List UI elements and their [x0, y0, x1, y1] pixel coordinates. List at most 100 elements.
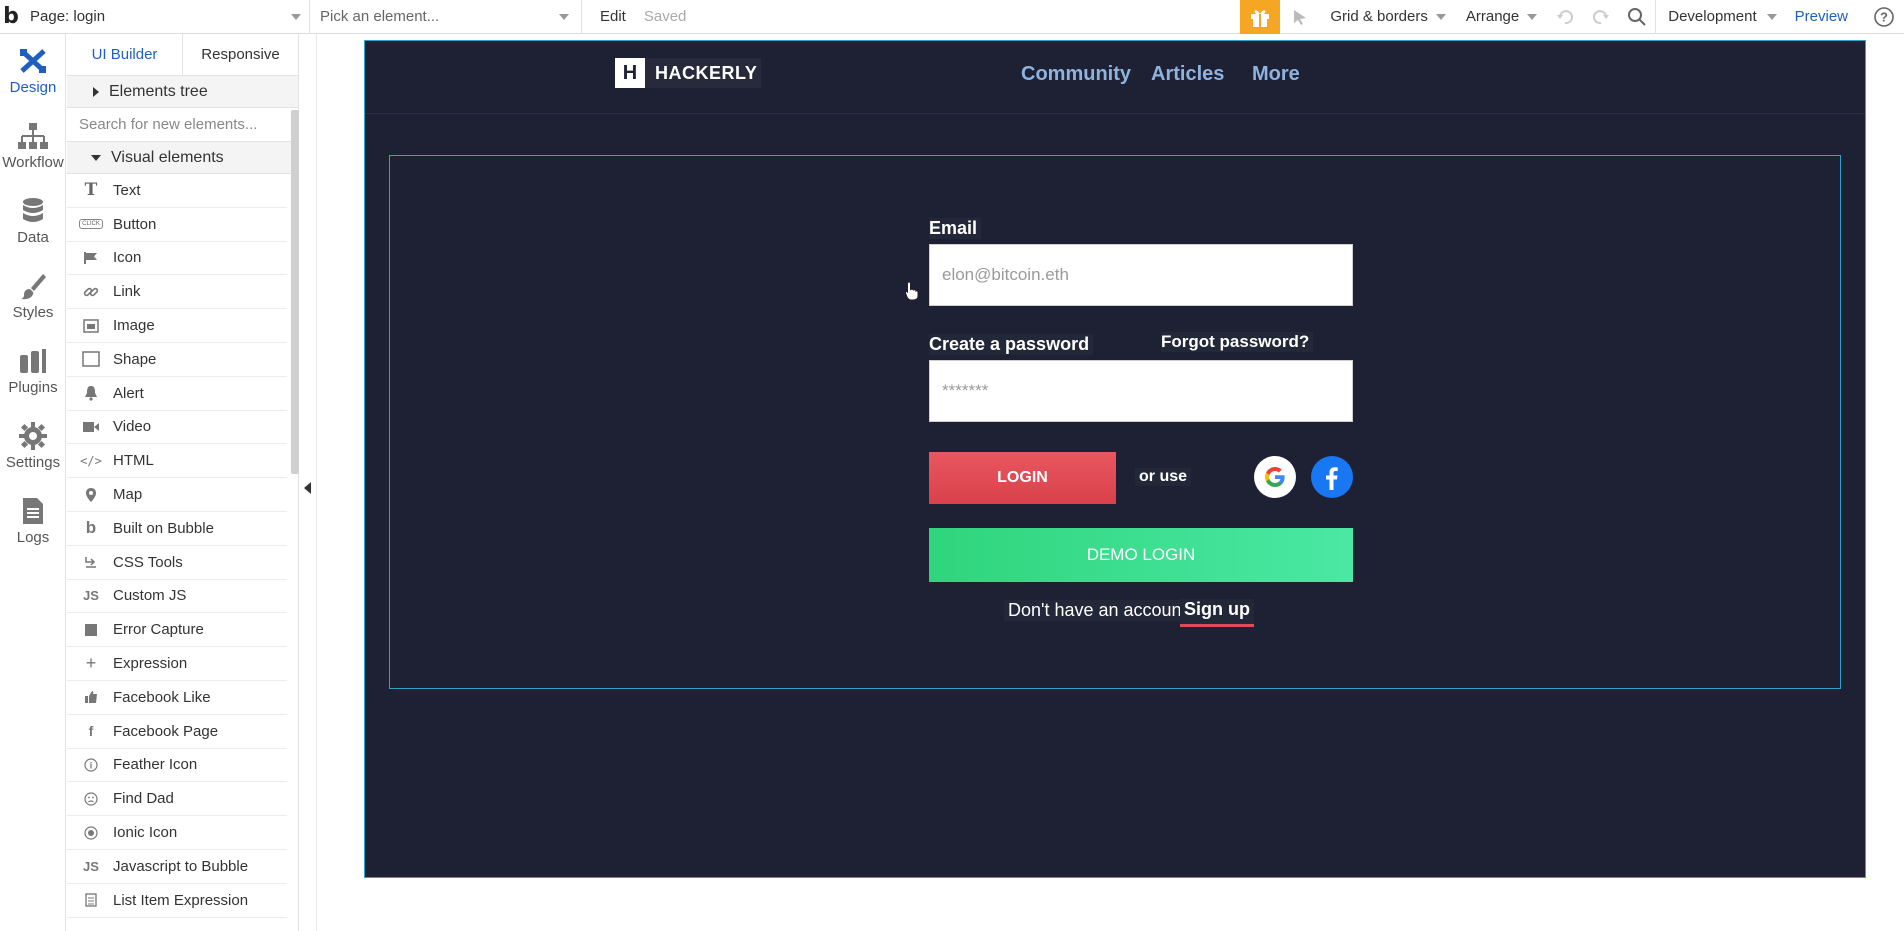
element-item-label: CSS Tools	[113, 553, 183, 571]
element-picker[interactable]: Pick an element...	[310, 0, 582, 34]
element-item-label: Link	[113, 283, 141, 301]
search-button[interactable]	[1619, 0, 1655, 34]
element-item-label: Javascript to Bubble	[113, 857, 249, 875]
edit-menu[interactable]: Edit	[582, 8, 644, 25]
demo-login-button[interactable]: DEMO LOGIN	[929, 528, 1353, 582]
preview-button[interactable]: Preview	[1791, 8, 1864, 25]
element-type-icon: f	[88, 723, 94, 740]
element-item-map[interactable]: Map	[67, 478, 287, 512]
undo-button[interactable]	[1547, 0, 1583, 34]
element-item-html[interactable]: </> HTML	[67, 444, 287, 479]
nav-link-articles[interactable]: Articles	[1151, 63, 1224, 86]
editor-canvas: H HACKERLY Community Articles More Email…	[318, 34, 1904, 931]
rail-item-label: Data	[17, 229, 49, 246]
facebook-login-button[interactable]	[1311, 456, 1353, 498]
email-field-box	[929, 244, 1353, 306]
signup-link[interactable]: Sign up	[1180, 599, 1254, 627]
element-item-button[interactable]: CLICK Button	[67, 208, 287, 242]
rail-item-logs[interactable]: Logs	[0, 484, 66, 559]
login-button[interactable]: LOGIN	[929, 452, 1116, 504]
element-item-label: Image	[113, 317, 155, 335]
element-type-icon	[79, 350, 103, 368]
chevron-down-icon	[91, 154, 101, 161]
rail-item-data[interactable]: Data	[0, 184, 66, 259]
panel-collapse-bar[interactable]	[299, 34, 317, 931]
element-item-expression[interactable]: + Expression	[67, 647, 287, 681]
element-item-link[interactable]: Link	[67, 275, 287, 310]
email-field[interactable]	[942, 265, 1342, 285]
element-item-video[interactable]: Video	[67, 411, 287, 445]
element-search-input[interactable]	[79, 116, 279, 133]
page-select[interactable]: Page: login	[22, 0, 310, 34]
element-picker-label: Pick an element...	[320, 8, 440, 25]
redo-button[interactable]	[1583, 0, 1619, 34]
element-item-label: Feather Icon	[113, 756, 198, 774]
left-rail: Design Workflow Data Styles Plugins Sett…	[0, 34, 66, 931]
google-login-button[interactable]	[1254, 456, 1296, 498]
grid-borders-menu[interactable]: Grid & borders	[1320, 0, 1456, 34]
panel-tabs: UI Builder Responsive	[67, 34, 298, 76]
element-item-custom-js[interactable]: JS Custom JS	[67, 580, 287, 614]
login-form-group[interactable]: Email Create a password Forgot password?…	[389, 155, 1841, 689]
rail-item-workflow[interactable]: Workflow	[0, 109, 66, 184]
panel-scrollbar[interactable]	[291, 110, 299, 474]
rail-item-label: Styles	[12, 304, 54, 321]
password-field[interactable]	[942, 381, 1342, 401]
element-item-javascript-to-bubble[interactable]: JS Javascript to Bubble	[67, 850, 287, 884]
element-type-icon: JS	[83, 858, 99, 874]
tab-ui-builder[interactable]: UI Builder	[67, 34, 183, 75]
brand-logo[interactable]: H HACKERLY	[615, 58, 762, 88]
element-item-label: Alert	[113, 384, 144, 402]
forgot-password-link[interactable]: Forgot password?	[1161, 332, 1314, 352]
app-header[interactable]: H HACKERLY Community Articles More	[365, 41, 1865, 114]
rail-item-label: Workflow	[2, 154, 64, 171]
element-item-facebook-like[interactable]: Facebook Like	[67, 681, 287, 715]
visual-elements-toggle[interactable]: Visual elements	[67, 142, 298, 174]
svg-text:i: i	[90, 760, 93, 770]
rail-item-styles[interactable]: Styles	[0, 259, 66, 334]
element-item-label: HTML	[113, 452, 154, 470]
rail-item-settings[interactable]: Settings	[0, 409, 66, 484]
element-item-image[interactable]: Image	[67, 309, 287, 343]
tab-responsive[interactable]: Responsive	[183, 34, 298, 75]
rail-item-design[interactable]: Design	[0, 34, 66, 109]
element-item-list-item-expression[interactable]: List Item Expression	[67, 884, 287, 918]
element-type-icon	[79, 790, 103, 808]
select-tool-button[interactable]	[1280, 0, 1320, 34]
elements-tree-toggle[interactable]: Elements tree	[67, 76, 298, 108]
element-type-icon: CLICK	[79, 215, 103, 233]
gift-icon	[1251, 9, 1270, 27]
gift-button[interactable]	[1240, 0, 1281, 34]
element-item-alert[interactable]: Alert	[67, 377, 287, 411]
element-item-feather-icon[interactable]: i Feather Icon	[67, 749, 287, 783]
nav-link-more[interactable]: More	[1252, 63, 1300, 86]
element-item-icon[interactable]: Icon	[67, 242, 287, 276]
elements-panel: UI Builder Responsive Elements tree Visu…	[67, 34, 299, 931]
element-item-label: Facebook Page	[113, 722, 219, 740]
element-item-ionic-icon[interactable]: Ionic Icon	[67, 816, 287, 850]
page-select-label: Page: login	[30, 8, 106, 25]
google-icon	[1265, 467, 1285, 487]
element-type-icon	[79, 553, 103, 571]
nav-link-community[interactable]: Community	[1021, 63, 1131, 86]
email-label: Email	[929, 218, 982, 239]
help-button[interactable]: ?	[1864, 0, 1904, 34]
element-item-label: Video	[113, 418, 152, 436]
element-item-facebook-page[interactable]: f Facebook Page	[67, 715, 287, 749]
element-search	[67, 108, 298, 142]
element-type-icon: T	[84, 180, 98, 201]
element-item-text[interactable]: T Text	[67, 174, 287, 208]
element-item-built-on-bubble[interactable]: b Built on Bubble	[67, 512, 287, 546]
element-item-label: Expression	[113, 655, 188, 673]
environment-menu[interactable]: Development	[1656, 0, 1790, 34]
arrange-menu[interactable]: Arrange	[1456, 0, 1547, 34]
element-item-shape[interactable]: Shape	[67, 343, 287, 377]
bubble-logo-icon[interactable]: b	[0, 0, 22, 34]
element-item-error-capture[interactable]: Error Capture	[67, 613, 287, 648]
login-page-preview[interactable]: H HACKERLY Community Articles More Email…	[364, 40, 1866, 878]
plugin-icon	[20, 349, 46, 373]
element-item-css-tools[interactable]: CSS Tools	[67, 546, 287, 580]
chevron-down-icon	[1435, 13, 1446, 20]
element-item-find-dad[interactable]: Find Dad	[67, 782, 287, 817]
rail-item-plugins[interactable]: Plugins	[0, 334, 66, 409]
